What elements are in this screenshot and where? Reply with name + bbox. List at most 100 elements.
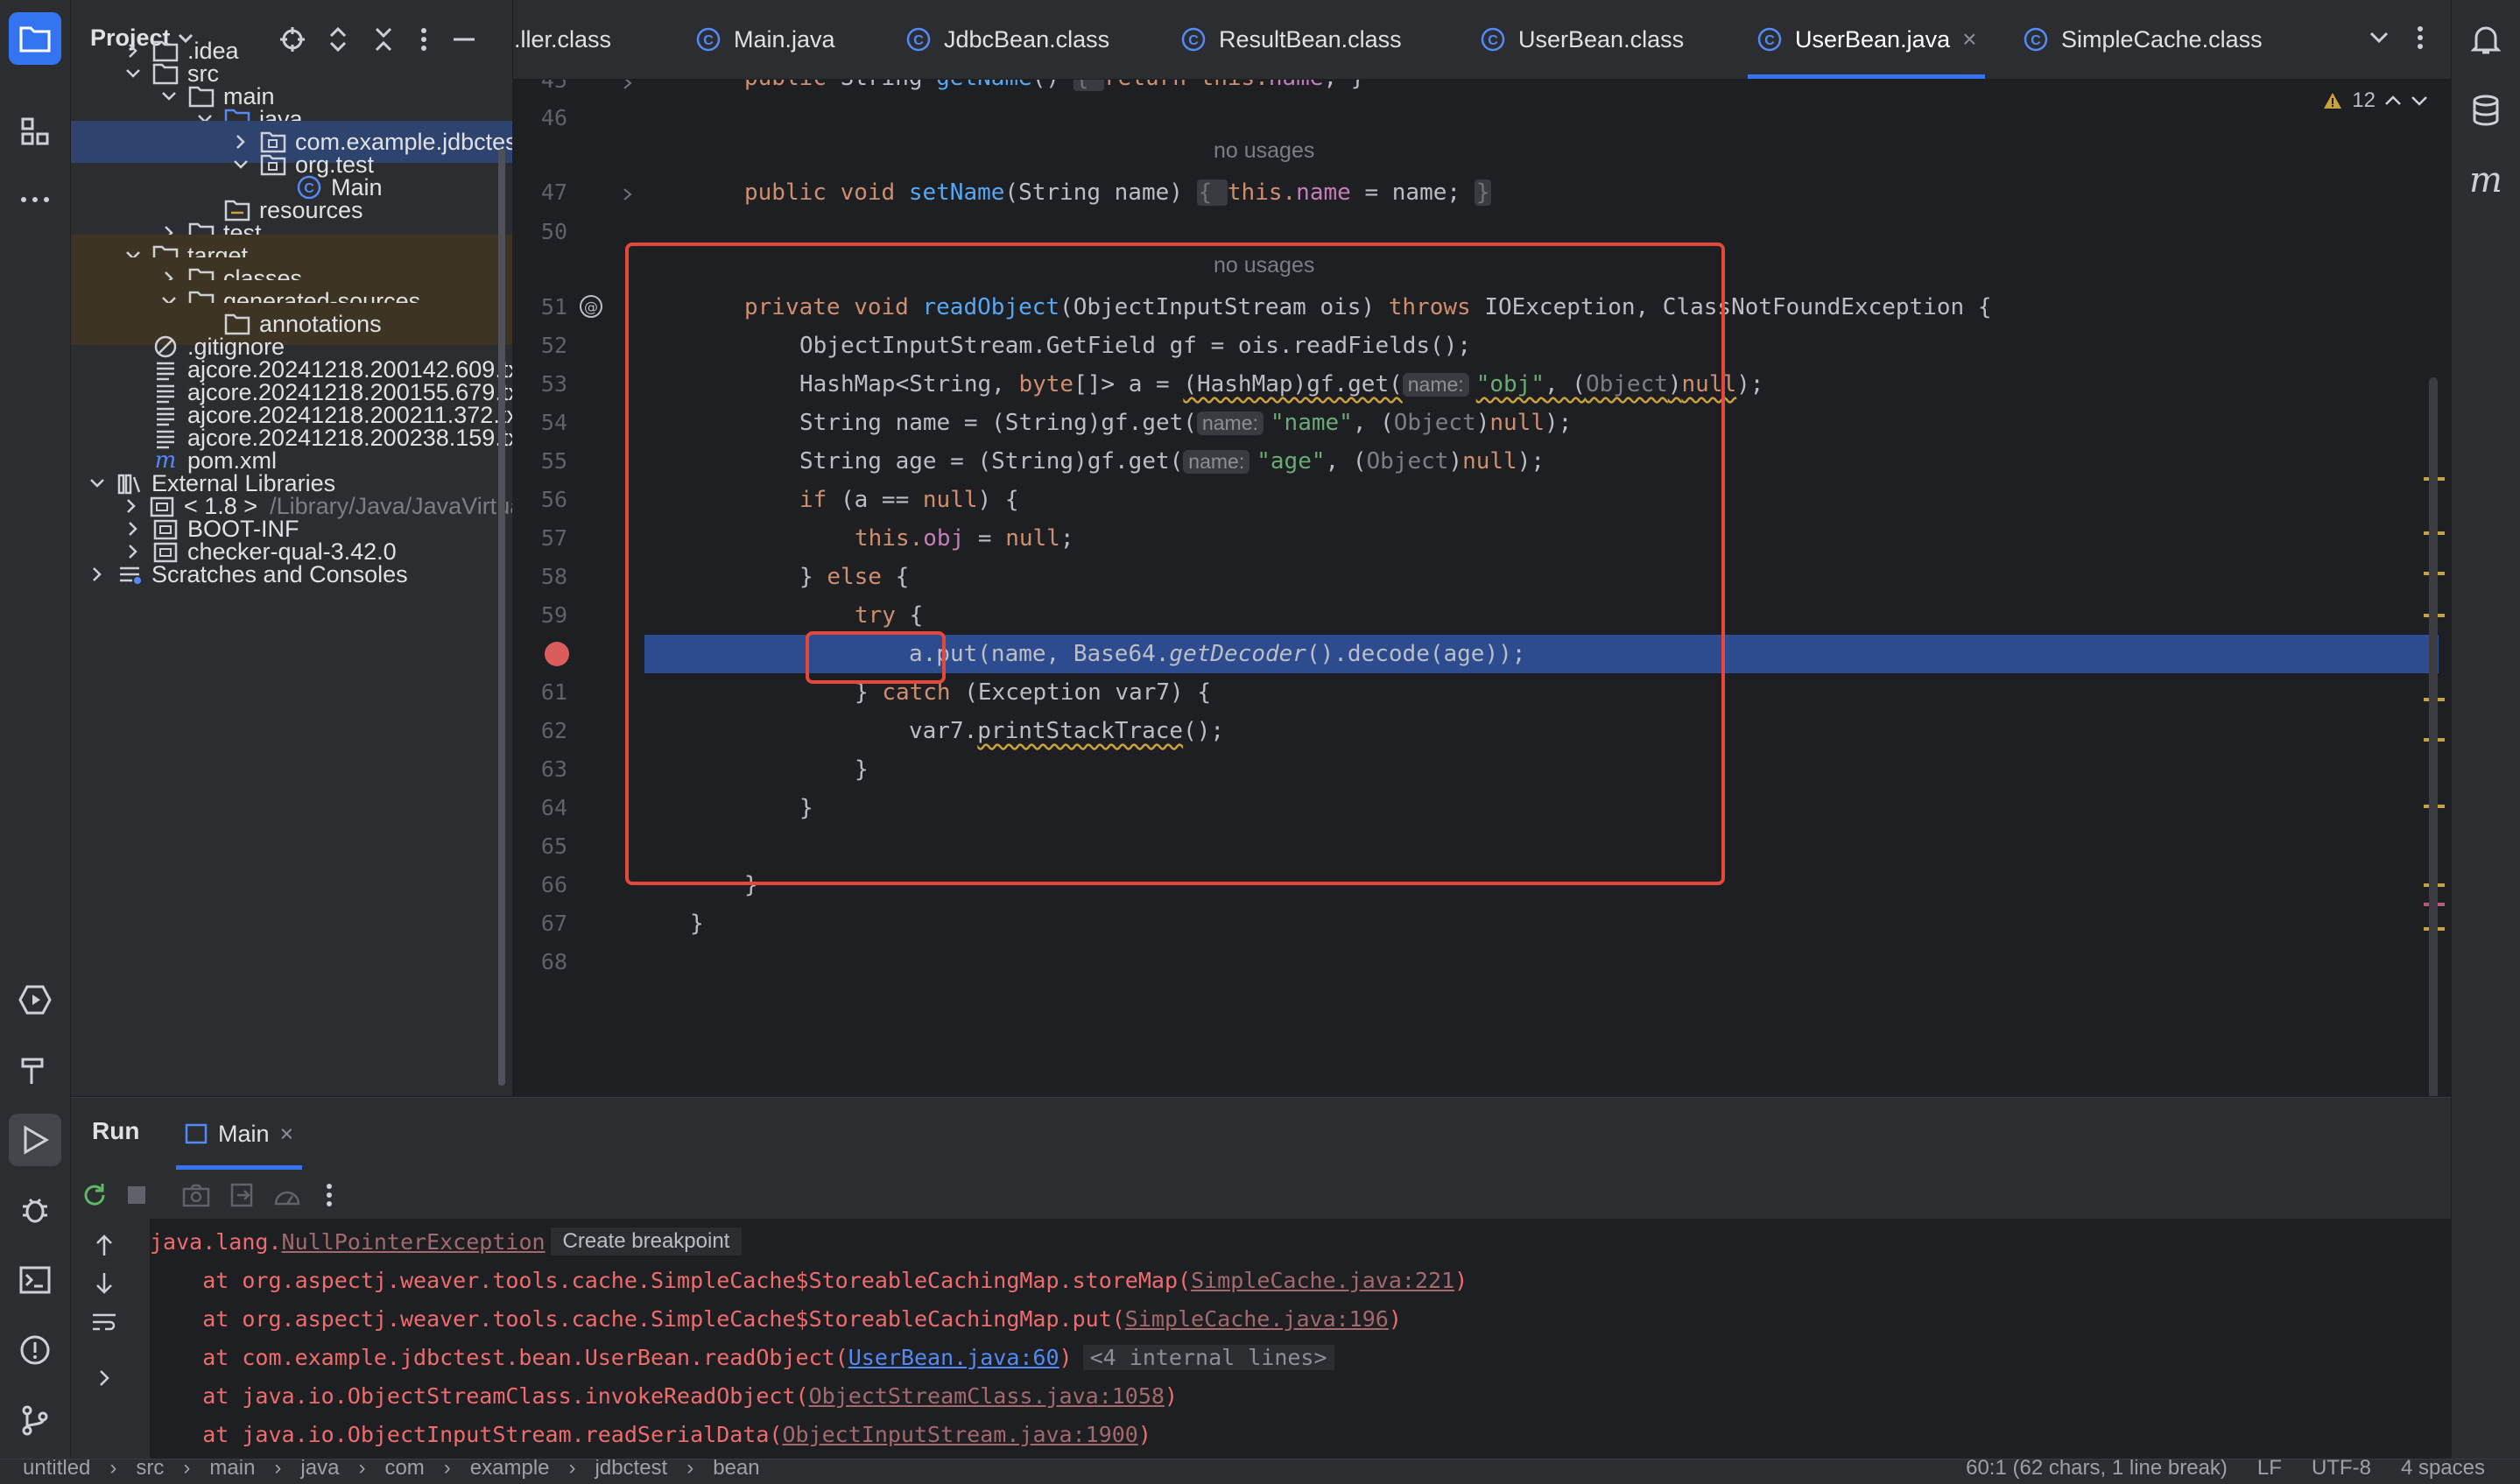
- close-tab-icon[interactable]: ×: [280, 1121, 294, 1148]
- code-editor[interactable]: 45 46 47 50 51 52 53 54 55 56 57 58 59 6…: [513, 80, 2451, 1096]
- tab-jdbcbean-class[interactable]: C JdbcBean.class: [905, 0, 1109, 79]
- code-line-64[interactable]: }: [644, 789, 2451, 827]
- usages-hint[interactable]: no usages: [1214, 253, 1314, 278]
- breadcrumb-item[interactable]: java: [300, 1459, 339, 1480]
- chevron-right-icon[interactable]: [87, 564, 108, 585]
- rerun-button[interactable]: [80, 1180, 109, 1210]
- breadcrumb-item[interactable]: untitled: [23, 1459, 90, 1480]
- code-line-57[interactable]: this. obj = null;: [644, 519, 2451, 558]
- tab-userbean-java[interactable]: C UserBean.java ×: [1747, 0, 1986, 79]
- close-tab-icon[interactable]: ×: [1962, 25, 1976, 53]
- editor-gutter[interactable]: 45 46 47 50 51 52 53 54 55 56 57 58 59 6…: [513, 80, 636, 1096]
- services-tool-button[interactable]: [9, 974, 61, 1026]
- code-line-47[interactable]: public void setName (String name) { this.…: [644, 173, 2451, 212]
- code-line-67[interactable]: }: [644, 904, 2451, 943]
- breadcrumb-item[interactable]: src: [136, 1459, 164, 1480]
- code-line-61[interactable]: } catch (Exception var7) {: [644, 673, 2451, 712]
- terminal-tool-button[interactable]: [9, 1254, 61, 1306]
- internal-lines-fold[interactable]: <4 internal lines>: [1082, 1344, 1334, 1370]
- camera-icon: [182, 1184, 210, 1207]
- code-line-45[interactable]: public String getName() { return this.na…: [644, 80, 2451, 97]
- code-line-55[interactable]: String age = (String)gf.get(name: "age", …: [644, 442, 2451, 481]
- run-tab-main[interactable]: Main ×: [175, 1098, 303, 1170]
- tab-controller-class[interactable]: ...ller.class: [513, 0, 611, 79]
- code-line-63[interactable]: }: [644, 750, 2451, 789]
- git-branch-icon: [22, 1405, 48, 1436]
- breakpoint-icon[interactable]: [545, 642, 569, 666]
- line-separator[interactable]: LF: [2257, 1459, 2282, 1480]
- breadcrumb-item[interactable]: bean: [713, 1459, 759, 1480]
- tab-simplecache-class[interactable]: C SimpleCache.class: [2023, 0, 2263, 79]
- git-tool-button[interactable]: [9, 1394, 61, 1446]
- indent-setting[interactable]: 4 spaces: [2401, 1459, 2485, 1480]
- build-tool-button[interactable]: [9, 1044, 61, 1096]
- editor-scrollbar[interactable]: [2429, 377, 2438, 1096]
- structure-tool-button[interactable]: [9, 105, 61, 158]
- soft-wrap-button[interactable]: [87, 1305, 122, 1340]
- breadcrumb-separator: ›: [109, 1459, 117, 1480]
- exception-link[interactable]: NullPointerException: [282, 1229, 546, 1255]
- breadcrumb-separator: ›: [443, 1459, 451, 1480]
- console-line-stack-frame: at com.example.jdbctest.bean.UserBean.re…: [150, 1340, 1334, 1375]
- tab-main-java[interactable]: C Main.java: [695, 0, 835, 79]
- line-number: 51: [540, 294, 567, 320]
- scratches-icon: [116, 561, 143, 587]
- maven-button[interactable]: m: [2460, 154, 2512, 207]
- run-tool-button[interactable]: [9, 1114, 61, 1166]
- stop-button[interactable]: [122, 1180, 151, 1210]
- line-number: 57: [540, 525, 567, 551]
- source-link[interactable]: SimpleCache.java:221: [1191, 1268, 1454, 1293]
- tab-options-button[interactable]: [2411, 25, 2429, 51]
- scroll-down-button[interactable]: [87, 1266, 122, 1301]
- more-tools-button[interactable]: [9, 173, 61, 226]
- breadcrumb-item[interactable]: jdbctest: [595, 1459, 668, 1480]
- tree-item-scratches-and-consoles[interactable]: Scratches and Consoles: [71, 553, 512, 595]
- tab-label: UserBean.java: [1795, 25, 1951, 53]
- inspection-widget[interactable]: 12: [2322, 88, 2428, 113]
- svg-text:@: @: [584, 299, 598, 315]
- dump-threads-button[interactable]: [181, 1180, 211, 1210]
- source-link[interactable]: ObjectStreamClass.java:1058: [809, 1383, 1165, 1409]
- source-link[interactable]: UserBean.java:60: [848, 1345, 1059, 1370]
- project-tree-scrollbar[interactable]: [498, 149, 505, 1086]
- code-line-62[interactable]: var7. printStackTrace ();: [644, 712, 2451, 750]
- breadcrumb-item[interactable]: com: [384, 1459, 424, 1480]
- code-line-54[interactable]: String name = (String)gf.get(name: "name"…: [644, 404, 2451, 442]
- tab-resultbean-class[interactable]: C ResultBean.class: [1180, 0, 1402, 79]
- export-button[interactable]: [227, 1180, 257, 1210]
- line-number: 64: [540, 795, 567, 820]
- debug-tool-button[interactable]: [9, 1184, 61, 1236]
- file-encoding[interactable]: UTF-8: [2312, 1459, 2371, 1480]
- source-link[interactable]: SimpleCache.java:196: [1125, 1306, 1389, 1332]
- tab-list-button[interactable]: [2366, 25, 2392, 51]
- tab-label: JdbcBean.class: [944, 25, 1110, 53]
- run-options-button[interactable]: [314, 1180, 344, 1210]
- create-breakpoint-button[interactable]: Create breakpoint: [550, 1227, 743, 1255]
- breadcrumb-separator: ›: [183, 1459, 191, 1480]
- code-line-56[interactable]: if (a == null) {: [644, 481, 2451, 519]
- problems-tool-button[interactable]: [9, 1324, 61, 1376]
- code-line-53[interactable]: HashMap<String, byte []> a = (HashMap)gf.…: [644, 365, 2451, 404]
- breadcrumb-item[interactable]: main: [209, 1459, 255, 1480]
- svg-text:C: C: [703, 33, 714, 48]
- tab-userbean-class[interactable]: C UserBean.class: [1480, 0, 1684, 79]
- caret-position[interactable]: 60:1 (62 chars, 1 line break): [1966, 1459, 2228, 1480]
- status-widgets: 60:1 (62 chars, 1 line break) LF UTF-8 4…: [1966, 1459, 2485, 1480]
- expand-console-button[interactable]: [87, 1361, 122, 1396]
- scroll-up-button[interactable]: [87, 1227, 122, 1262]
- coverage-button[interactable]: [272, 1180, 302, 1210]
- usages-hint[interactable]: no usages: [1214, 138, 1314, 164]
- code-line-60-current[interactable]: a.put(name, Base64. getDecoder ().decode(a…: [644, 635, 2439, 673]
- code-line-66[interactable]: }: [644, 866, 2451, 904]
- project-tool-button[interactable]: [9, 12, 61, 65]
- breadcrumb-item[interactable]: example: [470, 1459, 550, 1480]
- database-button[interactable]: [2460, 84, 2512, 137]
- code-line-51[interactable]: private void readObject (ObjectInputStrea…: [644, 288, 2451, 327]
- notifications-button[interactable]: [2460, 14, 2512, 67]
- code-line-58[interactable]: } else {: [644, 558, 2451, 596]
- line-number: 59: [540, 602, 567, 628]
- code-line-59[interactable]: try {: [644, 596, 2451, 635]
- code-line-52[interactable]: ObjectInputStream.GetField gf = ois.read…: [644, 327, 2451, 365]
- source-link[interactable]: ObjectInputStream.java:1900: [782, 1422, 1137, 1447]
- hammer-icon: [21, 1058, 44, 1084]
